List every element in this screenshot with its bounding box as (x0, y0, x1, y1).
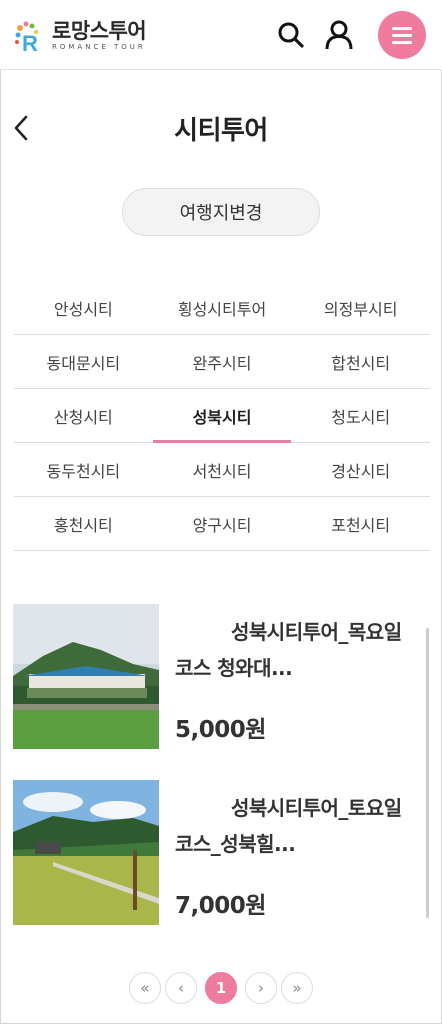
page-number-button[interactable]: 1 (205, 972, 237, 1004)
city-tab[interactable]: 의정부시티 (291, 281, 430, 334)
logo[interactable]: R 로망스투어 ROMANCE TOUR (12, 16, 147, 56)
city-tab[interactable]: 완주시티 (153, 335, 292, 388)
first-page-button[interactable]: « (129, 972, 161, 1004)
city-row: 동두천시티 서천시티 경산시티 (14, 443, 430, 497)
hamburger-menu-icon[interactable] (378, 11, 426, 59)
city-row: 안성시티 횡성시티투어 의정부시티 (14, 281, 430, 335)
product-price: 5,000원 (175, 717, 266, 743)
city-tab[interactable]: 경산시티 (291, 443, 430, 496)
product-image (13, 780, 159, 925)
pagination: « ‹ 1 › » (0, 971, 442, 1005)
change-destination-button[interactable]: 여행지변경 (122, 188, 320, 236)
logo-english-text: ROMANCE TOUR (52, 43, 146, 51)
site-header: R 로망스투어 ROMANCE TOUR (0, 0, 442, 70)
search-icon[interactable] (276, 20, 306, 50)
user-icon[interactable] (324, 20, 354, 50)
city-tab[interactable]: 동두천시티 (14, 443, 153, 496)
city-grid: 안성시티 횡성시티투어 의정부시티 동대문시티 완주시티 합천시티 산청시티 성… (14, 281, 430, 551)
city-tab[interactable]: 안성시티 (14, 281, 153, 334)
city-tab[interactable]: 양구시티 (153, 497, 292, 550)
city-row: 동대문시티 완주시티 합천시티 (14, 335, 430, 389)
product-price: 7,000원 (175, 893, 266, 919)
product-card[interactable]: 성북시티투어_토요일 코스_성북힐... 7,000원 (13, 780, 413, 925)
logo-mark-icon: R (12, 18, 48, 56)
svg-text:R: R (22, 31, 38, 54)
city-tab[interactable]: 포천시티 (291, 497, 430, 550)
city-tab[interactable]: 산청시티 (14, 389, 153, 442)
page-title: 시티투어 (174, 116, 268, 146)
product-image (13, 604, 159, 749)
city-tab[interactable]: 횡성시티투어 (153, 281, 292, 334)
product-title[interactable]: 성북시티투어_토요일 코스_성북힐... (175, 790, 413, 862)
next-page-button[interactable]: › (245, 972, 277, 1004)
logo-korean-text: 로망스투어 (52, 19, 147, 43)
city-tab[interactable]: 서천시티 (153, 443, 292, 496)
city-tab-active[interactable]: 성북시티 (152, 389, 292, 443)
city-tab[interactable]: 합천시티 (291, 335, 430, 388)
city-row: 홍천시티 양구시티 포천시티 (14, 497, 430, 551)
last-page-button[interactable]: » (281, 972, 313, 1004)
city-tab[interactable]: 청도시티 (291, 389, 430, 442)
product-card[interactable]: 성북시티투어_목요일 코스 청와대... 5,000원 (13, 604, 413, 749)
product-title[interactable]: 성북시티투어_목요일 코스 청와대... (175, 614, 413, 686)
prev-page-button[interactable]: ‹ (165, 972, 197, 1004)
scrollbar[interactable] (426, 628, 429, 918)
city-tab[interactable]: 홍천시티 (14, 497, 153, 550)
city-row: 산청시티 성북시티 청도시티 (14, 389, 430, 443)
city-tab[interactable]: 동대문시티 (14, 335, 153, 388)
